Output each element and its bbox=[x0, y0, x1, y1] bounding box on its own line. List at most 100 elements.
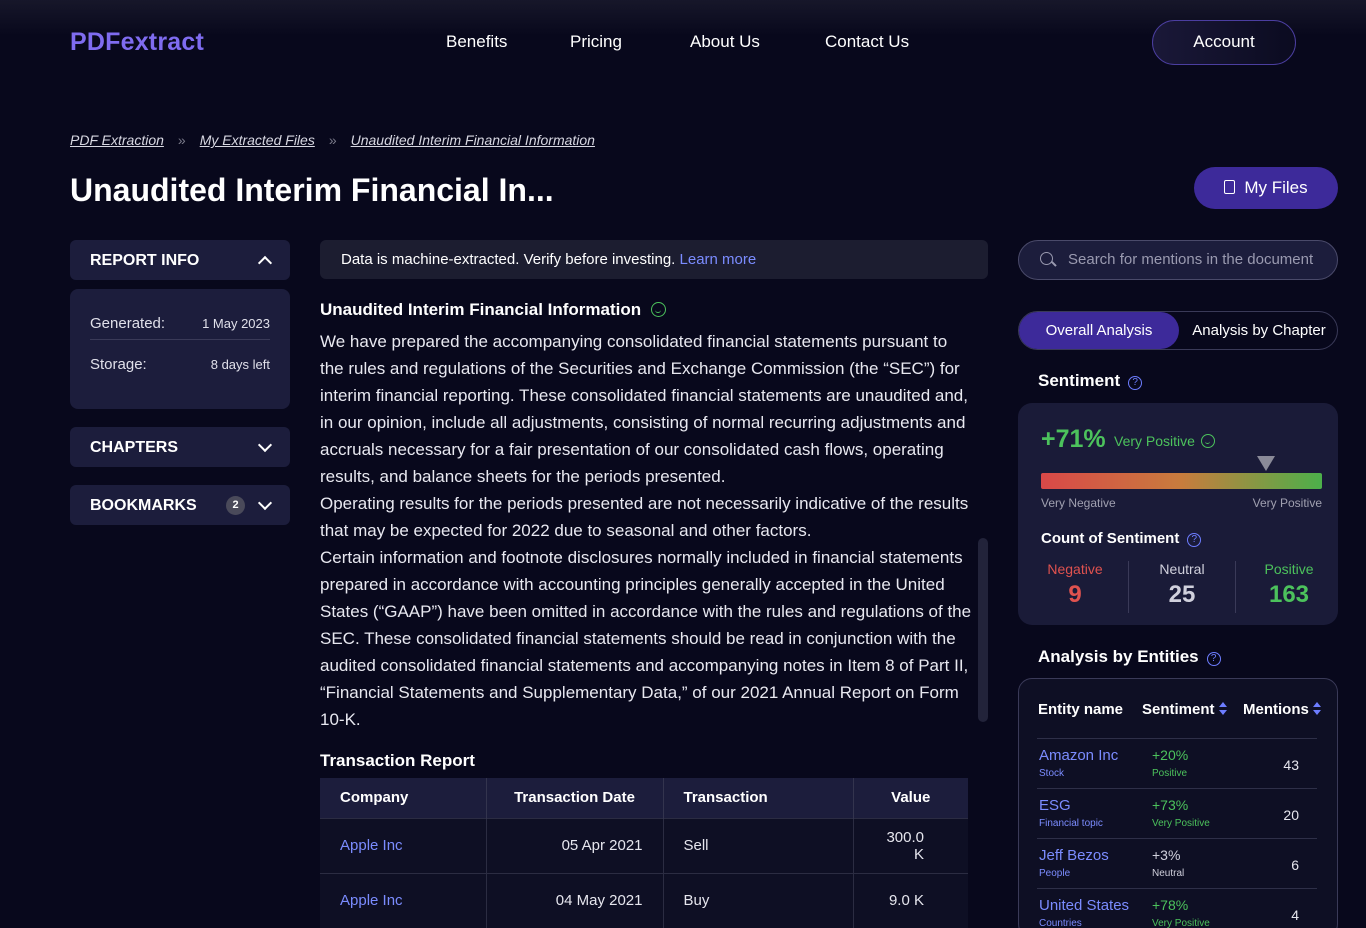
entity-name-link[interactable]: Amazon Inc bbox=[1039, 747, 1118, 764]
entity-sentiment-value: +78% bbox=[1152, 897, 1189, 913]
transaction-date: 04 May 2021 bbox=[486, 872, 664, 928]
column-value: Value bbox=[853, 778, 968, 818]
nav-contact-us[interactable]: Contact Us bbox=[825, 32, 909, 52]
entity-sentiment-label: Positive bbox=[1152, 768, 1188, 779]
entity-type: People bbox=[1039, 868, 1071, 879]
storage-value: 8 days left bbox=[210, 357, 270, 372]
chevron-right-icon: » bbox=[328, 132, 337, 148]
sentiment-heading: Sentiment? bbox=[1038, 371, 1143, 391]
sort-icon bbox=[1312, 702, 1321, 716]
transaction-value: 300.0 K bbox=[853, 817, 968, 873]
company-link[interactable]: Apple Inc bbox=[320, 872, 487, 928]
entities-heading: Analysis by Entities? bbox=[1038, 647, 1221, 667]
notice-text: Data is machine-extracted. Verify before… bbox=[341, 251, 676, 268]
count-of-sentiment-heading: Count of Sentiment? bbox=[1041, 530, 1202, 547]
entity-sentiment-value: +73% bbox=[1152, 797, 1189, 813]
nav-about-us[interactable]: About Us bbox=[690, 32, 760, 52]
column-transaction: Transaction bbox=[663, 778, 854, 818]
paragraph: Operating results for the periods presen… bbox=[320, 494, 969, 540]
learn-more-link[interactable]: Learn more bbox=[680, 251, 757, 268]
negative-value: 9 bbox=[1068, 581, 1082, 608]
transaction-type: Buy bbox=[663, 872, 854, 928]
generated-label: Generated: bbox=[90, 315, 166, 332]
positive-value: 163 bbox=[1268, 581, 1310, 608]
column-transaction-date: Transaction Date bbox=[486, 778, 664, 818]
sentiment-label: Very Positive bbox=[1114, 433, 1215, 449]
chevron-up-icon bbox=[257, 255, 273, 271]
storage-row: Storage: 8 days left bbox=[90, 340, 270, 391]
logo[interactable]: PDFextract bbox=[70, 28, 204, 57]
document-text: We have prepared the accompanying consol… bbox=[320, 328, 975, 733]
tab-analysis-by-chapter[interactable]: Analysis by Chapter bbox=[1179, 312, 1339, 349]
paragraph: We have prepared the accompanying consol… bbox=[320, 332, 968, 486]
chevron-down-icon bbox=[257, 495, 273, 511]
section-title: Unaudited Interim Financial Information bbox=[320, 300, 667, 320]
account-button[interactable]: Account bbox=[1152, 20, 1296, 65]
breadcrumb-my-extracted-files[interactable]: My Extracted Files bbox=[200, 132, 315, 148]
paragraph: Certain information and footnote disclos… bbox=[320, 548, 972, 729]
column-sentiment-label: Sentiment bbox=[1142, 701, 1215, 718]
company-link[interactable]: Apple Inc bbox=[320, 817, 487, 873]
nav-benefits[interactable]: Benefits bbox=[446, 32, 507, 52]
column-sentiment[interactable]: Sentiment bbox=[1142, 701, 1227, 718]
chapters-header[interactable]: CHAPTERS bbox=[70, 427, 290, 467]
help-icon[interactable]: ? bbox=[1128, 376, 1143, 390]
sentiment-percent: +71% bbox=[1041, 425, 1106, 453]
sentiment-marker bbox=[1256, 456, 1275, 471]
table-row: United States Countries +78% Very Positive 4 bbox=[1037, 888, 1317, 928]
entity-mentions: 6 bbox=[1291, 857, 1299, 873]
chapters-label: CHAPTERS bbox=[90, 439, 179, 456]
transaction-type: Sell bbox=[663, 817, 854, 873]
sentiment-gradient-bar bbox=[1041, 473, 1322, 489]
help-icon[interactable]: ? bbox=[1187, 533, 1202, 547]
transaction-report-title: Transaction Report bbox=[320, 751, 475, 770]
my-files-button[interactable]: My Files bbox=[1194, 167, 1338, 209]
entity-mentions: 43 bbox=[1283, 757, 1299, 773]
bookmarks-label: BOOKMARKS bbox=[90, 497, 197, 514]
column-company: Company bbox=[320, 778, 487, 818]
table-row: Apple Inc 05 Apr 2021 Sell 300.0 K bbox=[320, 817, 968, 873]
entity-name-link[interactable]: United States bbox=[1039, 897, 1129, 914]
scale-low-label: Very Negative bbox=[1041, 496, 1116, 510]
sentiment-card: +71% Very Positive Very Negative Very Po… bbox=[1018, 403, 1338, 625]
column-entity-name: Entity name bbox=[1038, 701, 1124, 718]
entity-sentiment-value: +3% bbox=[1152, 847, 1181, 863]
table-row: Jeff Bezos People +3% Neutral 6 bbox=[1037, 838, 1317, 888]
transaction-value: 9.0 K bbox=[853, 872, 968, 928]
report-info-panel: Generated: 1 May 2023 Storage: 8 days le… bbox=[70, 289, 290, 409]
column-mentions[interactable]: Mentions bbox=[1243, 701, 1321, 718]
entity-type: Financial topic bbox=[1039, 818, 1103, 829]
table-row: ESG Financial topic +73% Very Positive 20 bbox=[1037, 788, 1317, 838]
section-title-text: Unaudited Interim Financial Information bbox=[320, 300, 642, 319]
storage-label: Storage: bbox=[90, 356, 147, 373]
entity-name-link[interactable]: ESG bbox=[1039, 797, 1071, 814]
breadcrumb: PDF Extraction » My Extracted Files » Unaudi… bbox=[70, 132, 595, 148]
content-scrollbar[interactable] bbox=[978, 538, 988, 722]
column-mentions-label: Mentions bbox=[1243, 701, 1309, 718]
entities-table: Entity name Sentiment Mentions Amazon In… bbox=[1018, 678, 1338, 928]
count-title: Count of Sentiment bbox=[1041, 530, 1180, 547]
breadcrumb-current[interactable]: Unaudited Interim Financial Information bbox=[351, 132, 595, 148]
search-icon bbox=[1040, 252, 1053, 265]
entity-name-link[interactable]: Jeff Bezos bbox=[1039, 847, 1109, 864]
bookmarks-header[interactable]: BOOKMARKS 2 bbox=[70, 485, 290, 525]
tab-overall-analysis[interactable]: Overall Analysis bbox=[1019, 312, 1179, 349]
help-icon[interactable]: ? bbox=[1206, 652, 1221, 666]
report-info-label: REPORT INFO bbox=[90, 252, 200, 269]
negative-label: Negative bbox=[1047, 561, 1103, 577]
chevron-down-icon bbox=[257, 437, 273, 453]
breadcrumb-pdf-extraction[interactable]: PDF Extraction bbox=[70, 132, 164, 148]
smiley-icon bbox=[651, 302, 667, 317]
mentions-search-input[interactable]: Search for mentions in the document bbox=[1018, 240, 1338, 280]
entity-type: Stock bbox=[1039, 768, 1065, 779]
neutral-label: Neutral bbox=[1159, 561, 1205, 577]
nav-pricing[interactable]: Pricing bbox=[570, 32, 622, 52]
sort-icon bbox=[1218, 702, 1227, 716]
neutral-count: Neutral 25 bbox=[1129, 561, 1235, 609]
neutral-value: 25 bbox=[1168, 581, 1196, 608]
transaction-date: 05 Apr 2021 bbox=[486, 817, 664, 873]
report-info-header[interactable]: REPORT INFO bbox=[70, 240, 290, 280]
scale-high-label: Very Positive bbox=[1252, 496, 1322, 510]
search-placeholder: Search for mentions in the document bbox=[1068, 251, 1314, 268]
machine-extracted-notice: Data is machine-extracted. Verify before… bbox=[320, 240, 988, 279]
